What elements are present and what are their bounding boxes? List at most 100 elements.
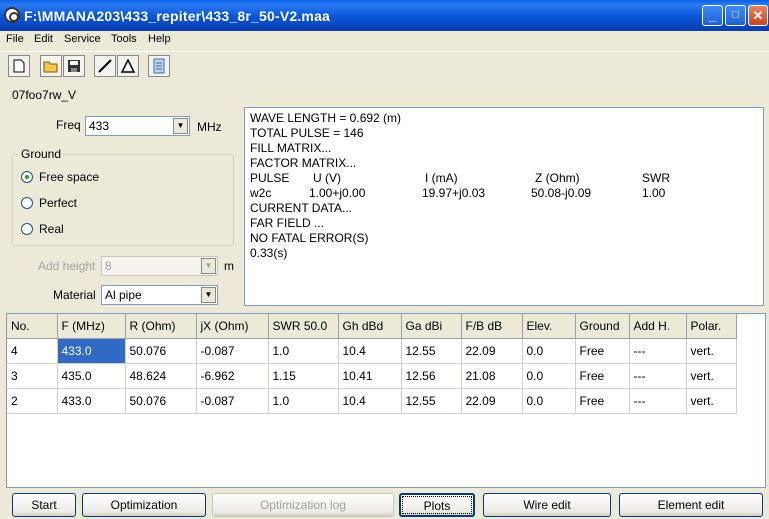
menu-file[interactable]: File — [6, 33, 24, 45]
menu-help[interactable]: Help — [148, 33, 171, 45]
col-header[interactable]: SWR 50.0 — [268, 314, 339, 339]
close-button[interactable]: ✕ — [748, 5, 768, 26]
table-cell[interactable]: 1.0 — [268, 338, 339, 364]
menu-service[interactable]: Service — [64, 33, 101, 45]
pulse-col: U (V) — [313, 171, 341, 185]
col-header[interactable]: jX (Ohm) — [196, 314, 269, 339]
line-icon[interactable] — [94, 55, 116, 77]
table-cell[interactable]: 0.0 — [522, 388, 576, 414]
table-cell[interactable]: -6.962 — [196, 363, 269, 389]
start-button[interactable]: Start — [12, 493, 76, 517]
table-cell[interactable]: 50.076 — [125, 338, 197, 364]
col-header[interactable]: Elev. — [522, 314, 576, 339]
maximize-button[interactable]: □ — [725, 5, 746, 26]
table-cell[interactable]: -0.087 — [196, 388, 269, 414]
radio-label: Free space — [39, 169, 100, 184]
col-header[interactable]: F/B dB — [461, 314, 523, 339]
freq-combo[interactable]: 433 ▼ — [85, 116, 190, 136]
table-cell[interactable]: 2 — [7, 388, 58, 414]
col-header[interactable]: Ground — [575, 314, 630, 339]
add-height-value: 8 — [105, 259, 112, 273]
table-cell[interactable]: 1.15 — [268, 363, 339, 389]
new-file-icon[interactable] — [8, 55, 30, 77]
table-cell[interactable]: Free — [575, 363, 630, 389]
table-cell[interactable]: 0.0 — [522, 363, 576, 389]
output-line: 0.33(s) — [250, 246, 288, 260]
plots-button[interactable]: Plots — [399, 493, 475, 517]
col-header[interactable]: No. — [7, 314, 58, 339]
pulse-col: PULSE — [250, 171, 290, 185]
radio-label: Perfect — [39, 195, 78, 210]
table-header: No. F (MHz) R (Ohm) jX (Ohm) SWR 50.0 Gh… — [7, 314, 737, 339]
table-cell[interactable]: vert. — [686, 338, 737, 364]
col-header[interactable]: Polar. — [686, 314, 737, 339]
add-height-combo[interactable]: 8 ▼ — [101, 256, 218, 276]
table-cell[interactable]: 435.0 — [57, 363, 126, 389]
pulse-cell: 1.00+j0.00 — [309, 186, 366, 200]
table-cell[interactable]: vert. — [686, 388, 737, 414]
material-combo[interactable]: Al pipe ▼ — [101, 285, 218, 305]
table-cell[interactable]: 3 — [7, 363, 58, 389]
radio-icon — [21, 196, 33, 209]
chevron-down-icon[interactable]: ▼ — [173, 118, 188, 134]
wire-edit-button[interactable]: Wire edit — [483, 493, 611, 517]
table-cell[interactable]: vert. — [686, 363, 737, 389]
table-cell[interactable]: 1.0 — [268, 388, 339, 414]
table-cell[interactable]: 433.0 — [57, 388, 126, 414]
title-bar[interactable]: F:\MMANA203\433_repiter\433_8r_50-V2.maa… — [0, 0, 769, 31]
save-icon[interactable] — [63, 55, 85, 77]
triangle-icon[interactable] — [117, 55, 139, 77]
table-cell[interactable]: --- — [629, 338, 687, 364]
table-cell[interactable]: 50.076 — [125, 388, 197, 414]
table-row[interactable]: 2 433.0 50.076 -0.087 1.0 10.4 12.55 22.… — [7, 388, 737, 414]
radio-real[interactable]: Real — [21, 221, 64, 236]
table-cell[interactable]: 21.08 — [461, 363, 523, 389]
table-cell[interactable]: Free — [575, 338, 630, 364]
output-line: FAR FIELD ... — [250, 216, 325, 230]
material-value: Al pipe — [105, 288, 142, 302]
table-cell[interactable]: 12.55 — [401, 388, 462, 414]
table-cell-selected[interactable]: 433.0 — [57, 338, 126, 364]
table-cell[interactable]: 10.41 — [338, 363, 402, 389]
results-table[interactable]: No. F (MHz) R (Ohm) jX (Ohm) SWR 50.0 Gh… — [6, 313, 766, 488]
table-cell[interactable]: 12.56 — [401, 363, 462, 389]
output-line: FACTOR MATRIX... — [250, 156, 357, 170]
output-log[interactable]: WAVE LENGTH = 0.692 (m) TOTAL PULSE = 14… — [244, 107, 764, 306]
table-cell[interactable]: 0.0 — [522, 338, 576, 364]
table-cell[interactable]: 10.4 — [338, 388, 402, 414]
app-icon[interactable] — [4, 7, 20, 23]
ground-title: Ground — [19, 147, 64, 161]
radio-selected-icon — [21, 170, 33, 183]
minimize-button[interactable]: _ — [702, 5, 723, 26]
table-cell[interactable]: 22.09 — [461, 388, 523, 414]
optimization-button[interactable]: Optimization — [82, 493, 206, 517]
table-cell[interactable]: 4 — [7, 338, 58, 364]
col-header[interactable]: R (Ohm) — [125, 314, 197, 339]
col-header[interactable]: Gh dBd — [338, 314, 402, 339]
col-header[interactable]: Ga dBi — [401, 314, 462, 339]
table-cell[interactable]: 48.624 — [125, 363, 197, 389]
col-header[interactable]: F (MHz) — [57, 314, 126, 339]
pulse-col: I (mA) — [425, 171, 458, 185]
chevron-down-icon[interactable]: ▼ — [201, 287, 216, 303]
table-cell[interactable]: 22.09 — [461, 338, 523, 364]
table-cell[interactable]: Free — [575, 388, 630, 414]
open-folder-icon[interactable] — [40, 55, 62, 77]
table-row[interactable]: 3 435.0 48.624 -6.962 1.15 10.41 12.56 2… — [7, 363, 737, 389]
pulse-col: SWR — [642, 171, 670, 185]
menu-tools[interactable]: Tools — [111, 33, 137, 45]
menu-edit[interactable]: Edit — [34, 33, 53, 45]
element-edit-button[interactable]: Element edit — [619, 493, 763, 517]
table-cell[interactable]: -0.087 — [196, 338, 269, 364]
chevron-down-icon[interactable]: ▼ — [201, 258, 216, 274]
table-cell[interactable]: 10.4 — [338, 338, 402, 364]
table-cell[interactable]: --- — [629, 388, 687, 414]
optimization-log-button[interactable]: Optimization log — [212, 493, 394, 517]
document-stack-icon[interactable] — [148, 55, 170, 77]
radio-perfect[interactable]: Perfect — [21, 195, 77, 210]
table-row[interactable]: 4 433.0 50.076 -0.087 1.0 10.4 12.55 22.… — [7, 338, 737, 364]
col-header[interactable]: Add H. — [629, 314, 687, 339]
table-cell[interactable]: 12.55 — [401, 338, 462, 364]
radio-free-space[interactable]: Free space — [21, 169, 99, 184]
table-cell[interactable]: --- — [629, 363, 687, 389]
